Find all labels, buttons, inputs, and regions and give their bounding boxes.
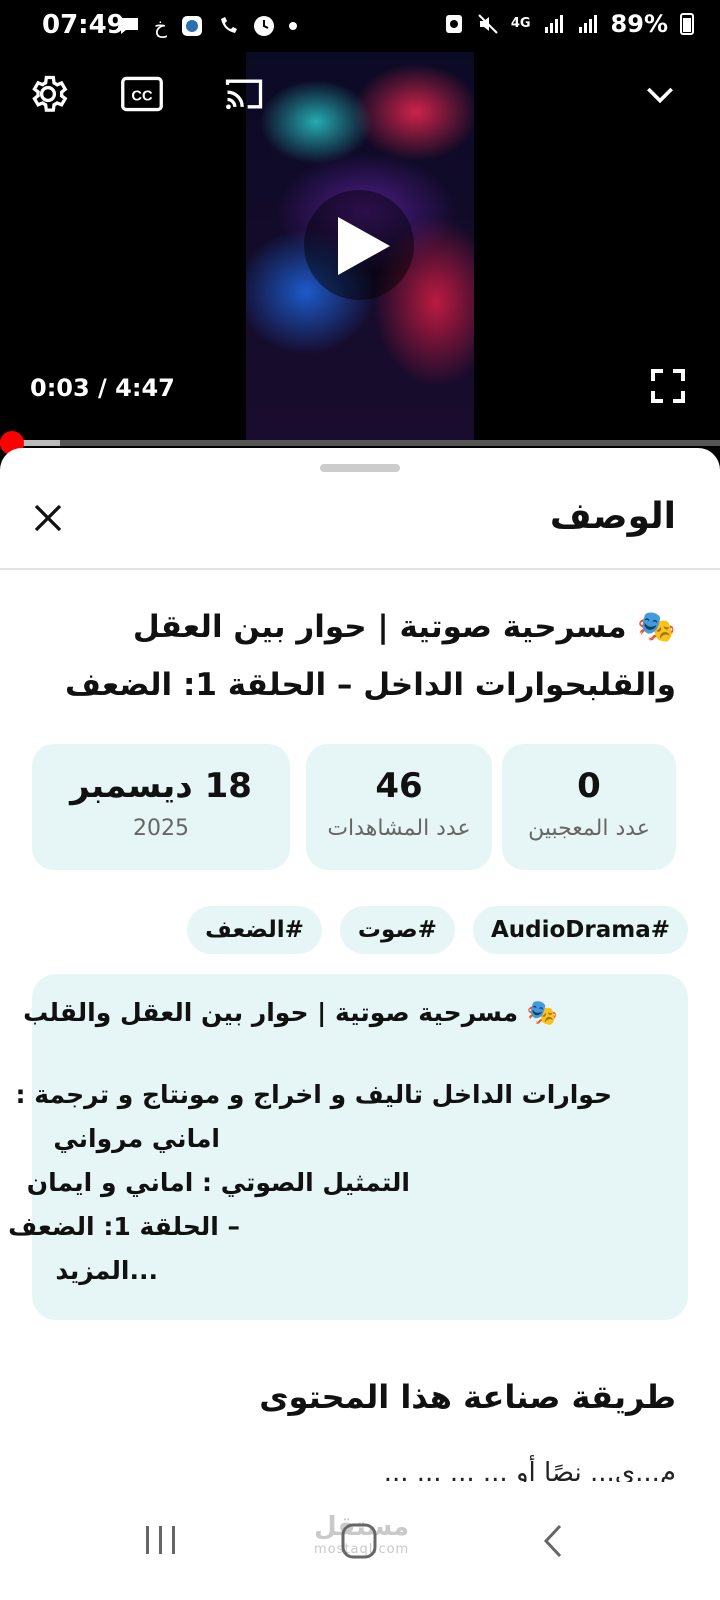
video-player[interactable]: CC 0:03 / 4:47 [0,52,720,455]
globe-app-icon [181,16,202,36]
likes-stat: 0 عدد المعجبين [502,744,676,870]
back-icon[interactable] [540,1522,568,1560]
description-line: – الحلقة 1: الضعف [8,1212,240,1241]
close-icon[interactable] [30,500,66,536]
dot-icon [288,22,297,30]
play-button[interactable] [304,190,414,300]
hashtag-chip[interactable]: #AudioDrama [472,906,688,954]
stats-row: 0 عدد المعجبين 46 عدد المشاهدات 18 ديسمب… [32,744,688,870]
settings-gear-icon[interactable] [26,72,70,116]
signal-4g-icon: 4G [510,16,531,31]
call-forward-icon [220,17,237,33]
battery-icon [680,13,694,35]
likes-count: 0 [577,766,601,806]
views-stat: 46 عدد المشاهدات [306,744,492,870]
status-time: 07:49 [42,10,125,40]
video-title-line: والقلبحوارات الداخل – الحلقة 1: الضعف [64,667,676,703]
views-label: عدد المشاهدات [327,816,471,841]
description-line: اماني مرواني [53,1124,220,1153]
battery-percent: 89% [610,10,668,38]
description-box[interactable]: 🎭 مسرحية صوتية | حوار بين العقل والقلب ح… [8,974,688,1320]
divider [0,568,720,570]
message-icon [120,18,138,34]
publish-date: 18 ديسمبر [70,766,252,806]
sheet-title: الوصف [549,496,676,537]
status-bar: 07:49 خ 4G 89% [0,0,720,52]
description-line: حوارات الداخل تاليف و اخراج و مونتاج و ت… [15,1080,612,1109]
fullscreen-icon[interactable] [648,364,688,408]
recent-apps-icon[interactable] [144,1522,178,1558]
date-stat: 18 ديسمبر 2025 [32,744,290,870]
publish-year: 2025 [133,816,189,841]
video-title: 🎭 مسرحية صوتية | حوار بين العقل والقلبحو… [30,598,676,714]
app-icon: خ [154,14,167,38]
hashtag-chip[interactable]: #الضعف [187,906,322,954]
views-count: 46 [375,766,423,806]
signal-icon [544,15,563,33]
time-readout: 0:03 / 4:47 [30,374,175,402]
description-line: 🎭 مسرحية صوتية | حوار بين العقل والقلب [23,998,558,1027]
more-link[interactable]: ...المزيد [55,1256,158,1285]
captions-cc-icon[interactable]: CC [120,72,164,116]
section-title: طريقة صناعة هذا المحتوى [259,1378,676,1416]
home-icon[interactable] [340,1522,378,1560]
progress-bar[interactable] [0,431,720,455]
play-icon [338,217,390,275]
video-title-line: 🎭 مسرحية صوتية | حوار بين العقل [132,609,676,645]
mute-icon [478,14,498,34]
clock-icon [253,16,274,36]
hashtag-list: #AudioDrama #صوت #الضعف [187,906,688,954]
system-nav-bar: مستقل mostaql.com [0,1482,720,1600]
chevron-down-icon[interactable] [640,74,680,114]
drag-handle[interactable] [320,464,400,472]
likes-label: عدد المعجبين [528,816,650,841]
recycle-icon [445,15,462,33]
signal-icon [578,15,597,33]
hashtag-chip[interactable]: #صوت [339,906,455,954]
description-sheet: الوصف 🎭 مسرحية صوتية | حوار بين العقل وا… [0,448,720,1600]
svg-text:CC: CC [131,88,153,104]
description-line: التمثيل الصوتي : اماني و ايمان [26,1168,410,1197]
cast-icon[interactable] [222,72,266,116]
